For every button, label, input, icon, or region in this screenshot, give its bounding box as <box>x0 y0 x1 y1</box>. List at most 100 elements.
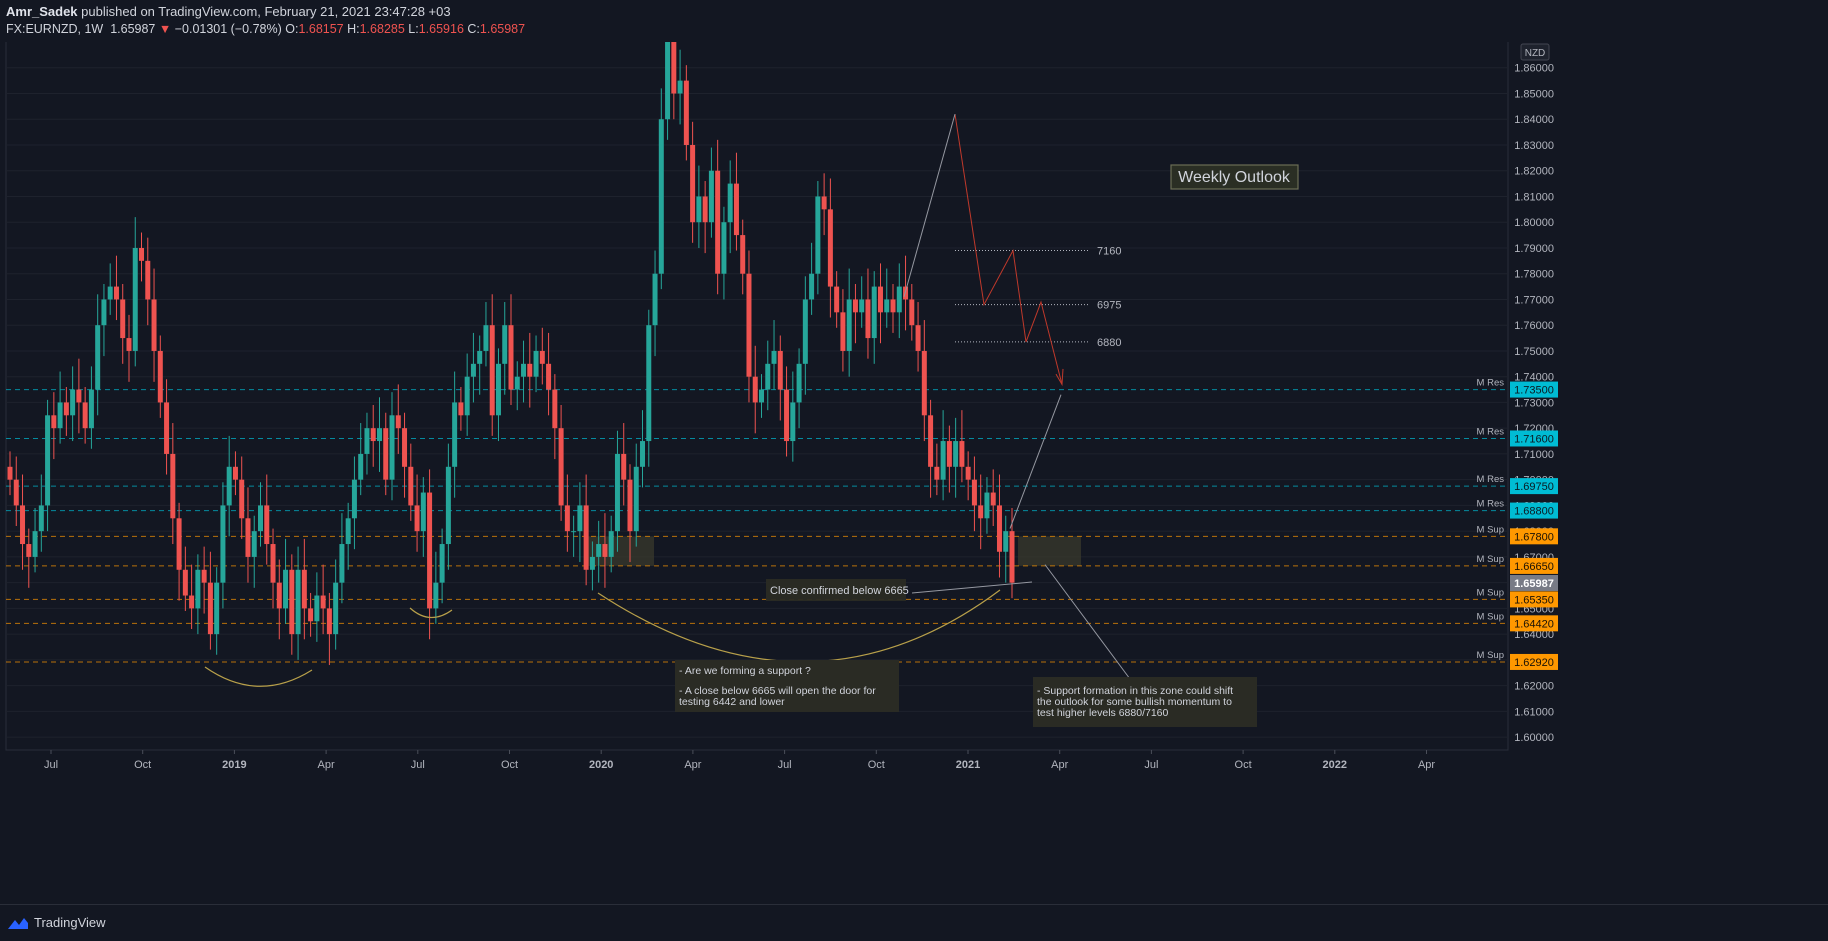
y-tick-label: 1.79000 <box>1514 243 1554 255</box>
x-tick-label: Jul <box>778 759 792 771</box>
level-value: 1.62920 <box>1514 657 1554 669</box>
candle-body <box>477 350 483 364</box>
candle-body <box>740 235 746 274</box>
tradingview-brand[interactable]: TradingView <box>8 915 106 930</box>
candle-body <box>408 466 414 506</box>
candle-body <box>752 376 758 403</box>
target-label: 6880 <box>1097 337 1121 349</box>
level-value: 1.69750 <box>1514 481 1554 493</box>
y-tick-label: 1.78000 <box>1514 269 1554 281</box>
candle-body <box>358 453 364 480</box>
candle-body <box>796 363 802 403</box>
symbol-name[interactable]: FX:EURNZD, 1W <box>6 22 103 36</box>
candle-body <box>489 325 495 416</box>
candle-body <box>232 466 238 480</box>
candle-body <box>621 453 627 480</box>
candle-body <box>846 299 852 351</box>
candle-body <box>495 363 501 416</box>
note-right-line3: test higher levels 6880/7160 <box>1037 707 1169 719</box>
candle-body <box>132 247 138 351</box>
candle-body <box>395 415 401 429</box>
candle-body <box>652 273 658 326</box>
candle-body <box>88 389 94 429</box>
candle-body <box>802 299 808 364</box>
candle-body <box>746 273 752 377</box>
candle-body <box>884 299 890 313</box>
candle-body <box>214 582 220 635</box>
y-tick-label: 1.75000 <box>1514 346 1554 358</box>
candle-body <box>320 595 326 609</box>
candle-body <box>170 453 176 519</box>
candle-body <box>633 466 639 532</box>
candle-body <box>859 299 865 313</box>
candle-body <box>852 299 858 313</box>
y-tick-label: 1.84000 <box>1514 114 1554 126</box>
candle-body <box>959 441 965 467</box>
open-label: O: <box>285 22 299 36</box>
candle-body <box>777 350 783 390</box>
candle-body <box>26 544 32 557</box>
candle-body <box>57 402 63 429</box>
level-value: 1.67800 <box>1514 531 1554 543</box>
candle-body <box>539 350 545 364</box>
x-tick-label: 2022 <box>1323 759 1347 771</box>
candle-body <box>990 492 996 506</box>
candle-body <box>871 286 877 339</box>
price-change: −0.01301 (−0.78%) <box>174 22 282 36</box>
candle-body <box>345 518 351 545</box>
candle-body <box>464 376 470 416</box>
candle-body <box>82 402 88 429</box>
chart-header: Amr_Sadek published on TradingView.com, … <box>0 0 1828 42</box>
candle-body <box>458 402 464 416</box>
candle-body <box>971 479 977 506</box>
candle-body <box>182 569 188 596</box>
x-tick-label: 2019 <box>222 759 246 771</box>
price-chart[interactable]: 1.600001.610001.620001.630001.640001.650… <box>0 42 1828 904</box>
candle-body <box>226 466 232 506</box>
level-label: M Sup <box>1477 650 1504 661</box>
candle-body <box>276 582 282 609</box>
level-value: 1.71600 <box>1514 433 1554 445</box>
candle-body <box>258 505 263 532</box>
level-label: M Sup <box>1477 554 1504 565</box>
candle-body <box>113 286 119 300</box>
candle-body <box>809 273 815 300</box>
candle-body <box>934 466 940 480</box>
level-label: M Sup <box>1477 524 1504 535</box>
candle-body <box>95 325 101 390</box>
y-tick-label: 1.83000 <box>1514 140 1554 152</box>
y-tick-label: 1.60000 <box>1514 732 1554 744</box>
candle-body <box>314 595 320 622</box>
candle-body <box>608 531 614 557</box>
candle-body <box>552 389 558 429</box>
candle-body <box>890 299 896 313</box>
candle-body <box>151 299 157 351</box>
candle-body <box>508 325 514 390</box>
candle-body <box>427 492 433 609</box>
candle-body <box>815 196 821 274</box>
candle-body <box>126 338 132 351</box>
candle-body <box>865 299 871 339</box>
candle-body <box>821 196 827 210</box>
candle-body <box>63 402 69 416</box>
candle-body <box>696 196 702 223</box>
level-value: 1.68800 <box>1514 506 1554 518</box>
target-label: 7160 <box>1097 246 1121 258</box>
candle-body <box>602 544 608 557</box>
candle-body <box>239 479 245 519</box>
candle-body <box>364 428 370 454</box>
level-value: 1.65350 <box>1514 594 1554 606</box>
candle-body <box>589 556 595 570</box>
candle-body <box>308 608 314 622</box>
candle-body <box>896 286 902 313</box>
y-tick-label: 1.86000 <box>1514 63 1554 75</box>
brand-label: TradingView <box>34 915 106 930</box>
candle-body <box>389 415 395 480</box>
candle-body <box>145 260 151 300</box>
candle-body <box>996 505 1002 552</box>
candle-body <box>402 428 408 467</box>
candle-body <box>658 119 664 274</box>
candle-body <box>614 453 620 532</box>
author-name[interactable]: Amr_Sadek <box>6 4 78 19</box>
candle-body <box>120 299 126 339</box>
